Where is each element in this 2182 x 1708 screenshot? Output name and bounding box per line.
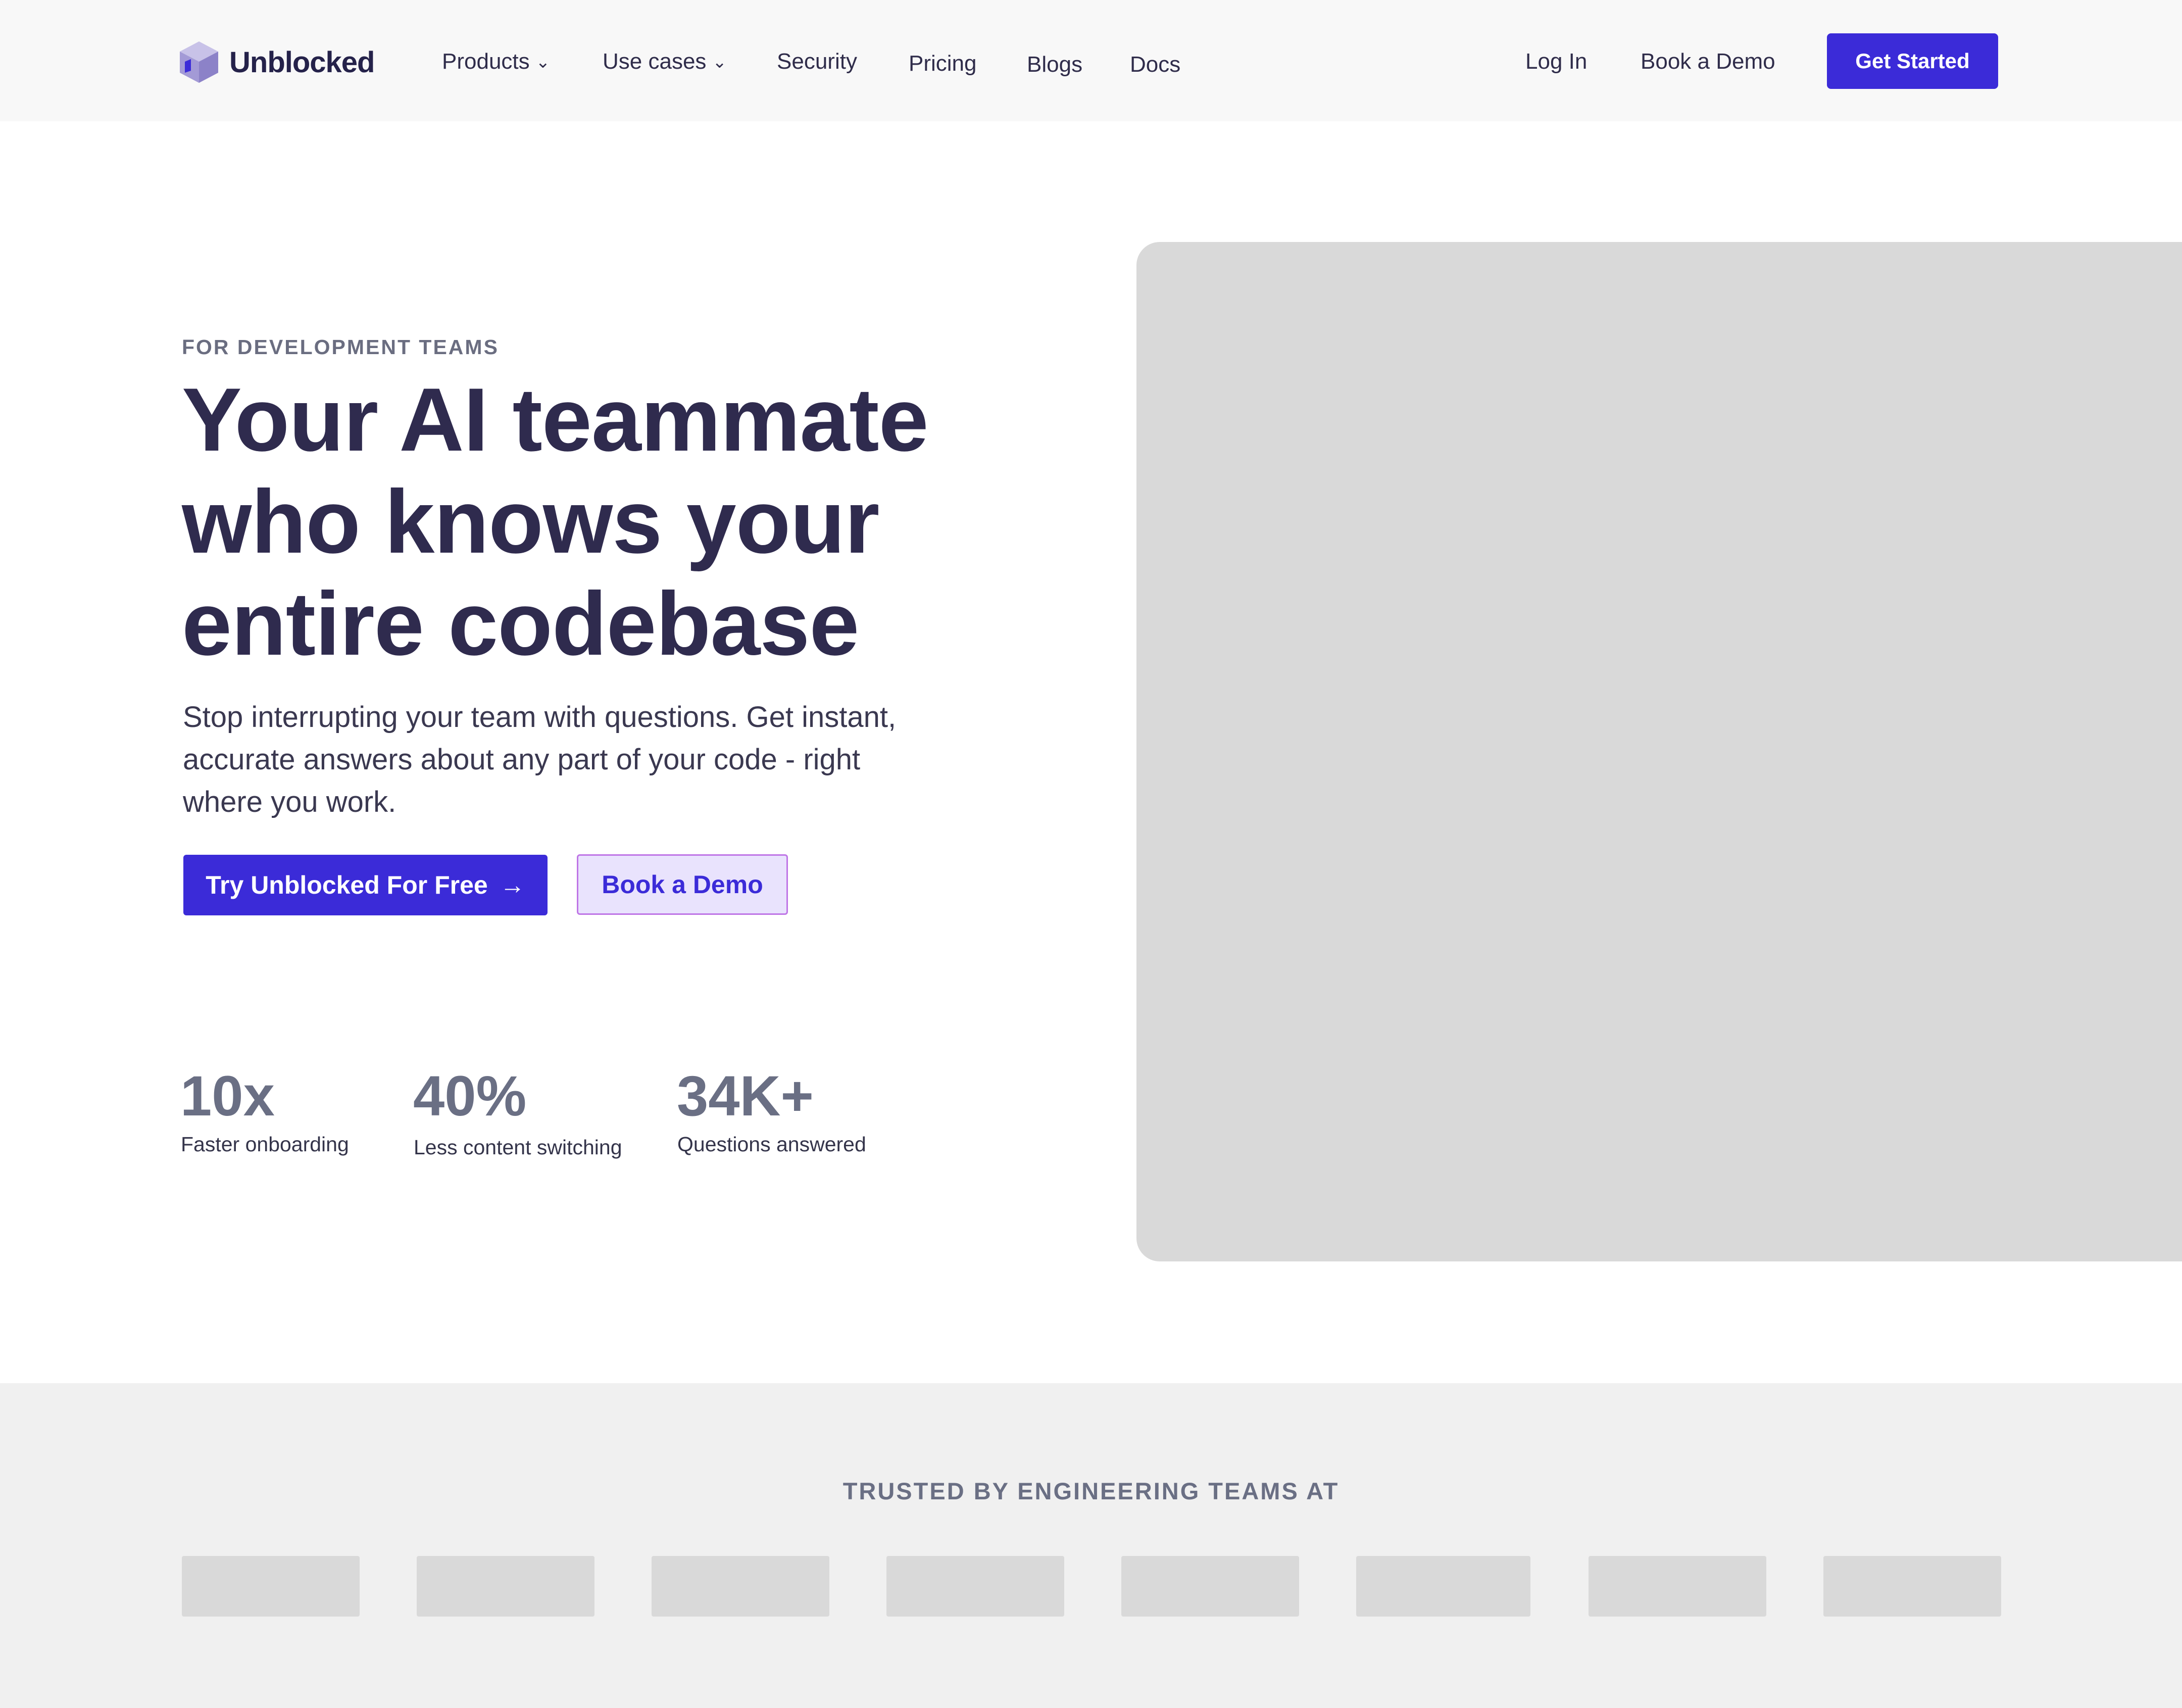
nav-pricing[interactable]: Pricing <box>909 48 977 79</box>
cube-logo-icon <box>180 41 218 83</box>
top-navigation-bar: Unblocked Products ⌄ Use cases ⌄ Security … <box>0 0 2182 121</box>
stat-value-switching: 40% <box>413 1064 527 1128</box>
stat-value-questions: 34K+ <box>677 1064 814 1128</box>
chevron-down-icon: ⌄ <box>535 53 551 72</box>
login-link[interactable]: Log In <box>1525 46 1587 77</box>
hero-headline: Your AI teammate who knows your entire c… <box>182 369 1040 675</box>
customer-logo-placeholder <box>1356 1556 1530 1617</box>
stat-label-switching: Less content switching <box>414 1136 622 1159</box>
stat-label-onboarding: Faster onboarding <box>181 1133 349 1156</box>
customer-logo-placeholder <box>886 1556 1064 1617</box>
nav-products-label: Products <box>442 49 530 74</box>
nav-security[interactable]: Security <box>777 46 857 77</box>
arrow-right-icon: → <box>500 871 525 899</box>
get-started-button[interactable]: Get Started <box>1827 33 1998 89</box>
customer-logo-placeholder <box>182 1556 360 1617</box>
hero-subtext: Stop interrupting your team with questio… <box>183 701 897 818</box>
customer-logo-placeholder <box>652 1556 829 1617</box>
trusted-title: TRUSTED BY ENGINEERING TEAMS AT <box>842 1478 1340 1504</box>
customer-logo-placeholder <box>1589 1556 1766 1617</box>
nav-docs[interactable]: Docs <box>1130 50 1180 80</box>
nav-blogs[interactable]: Blogs <box>1027 50 1082 80</box>
brand-name: Unblocked <box>229 45 375 79</box>
book-demo-button[interactable]: Book a Demo <box>577 854 788 915</box>
stat-value-onboarding: 10x <box>180 1064 275 1128</box>
customer-logo-placeholder <box>417 1556 594 1617</box>
chevron-down-icon: ⌄ <box>712 53 727 72</box>
book-demo-link[interactable]: Book a Demo <box>1641 46 1775 77</box>
customer-logo-placeholder <box>1121 1556 1299 1617</box>
hero-media-placeholder <box>1136 242 2182 1261</box>
stat-label-questions: Questions answered <box>677 1133 866 1156</box>
brand-logo[interactable]: Unblocked <box>179 39 375 85</box>
hero-eyebrow: FOR DEVELOPMENT TEAMS <box>182 335 499 359</box>
trusted-by-section <box>0 1383 2182 1708</box>
try-free-button[interactable]: Try Unblocked For Free → <box>183 855 548 915</box>
nav-use-cases[interactable]: Use cases ⌄ <box>603 46 727 77</box>
customer-logo-placeholder <box>1823 1556 2001 1617</box>
headline-line-2: who knows your <box>182 471 879 572</box>
headline-line-1: Your AI teammate <box>182 369 929 470</box>
nav-products[interactable]: Products ⌄ <box>442 46 550 77</box>
try-free-label: Try Unblocked For Free <box>206 871 488 899</box>
headline-line-3: entire codebase <box>182 573 859 674</box>
nav-use-cases-label: Use cases <box>603 49 707 74</box>
